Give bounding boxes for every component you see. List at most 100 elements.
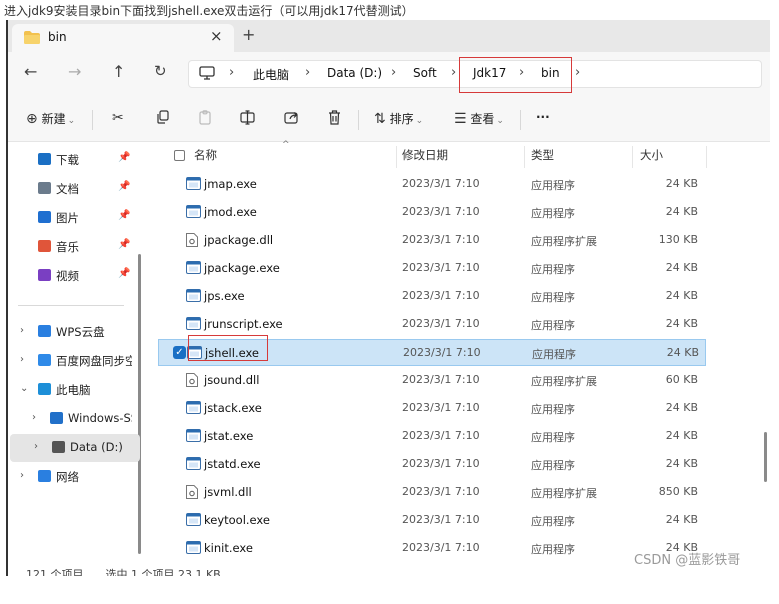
up-button[interactable]: ↑ xyxy=(112,62,125,81)
table-row[interactable]: jsvml.dll 2023/3/1 7:10 应用程序扩展 850 KB xyxy=(158,479,706,506)
select-all-checkbox[interactable] xyxy=(174,150,185,161)
sidebar-item-tree-3[interactable]: › Windows-SSD xyxy=(8,405,138,433)
sidebar-item-quick-1[interactable]: 文档 📌 xyxy=(8,175,138,203)
file-type: 应用程序 xyxy=(531,207,575,220)
table-row[interactable]: jstat.exe 2023/3/1 7:10 应用程序 24 KB xyxy=(158,423,706,450)
forward-button[interactable]: → xyxy=(68,62,81,81)
file-type: 应用程序 xyxy=(531,291,575,304)
content-area: 下载 📌 文档 📌 图片 📌 音乐 📌 视频 📌 › WPS云盘 › 百度网盘同步空 ⌄ 此电脑 › Window… xyxy=(8,140,770,576)
new-button[interactable]: ⊕ 新建 ⌄ xyxy=(26,110,75,127)
file-date: 2023/3/1 7:10 xyxy=(402,261,480,274)
sidebar-item-label: 网络 xyxy=(56,470,79,484)
scissors-icon: ✂ xyxy=(112,110,124,126)
more-button[interactable]: ··· xyxy=(536,110,550,124)
view-lines-icon: ☰ xyxy=(454,111,467,127)
file-size: 24 KB xyxy=(665,429,698,442)
sort-up-icon: ^ xyxy=(282,140,290,150)
sidebar-item-tree-2[interactable]: ⌄ 此电脑 xyxy=(8,376,138,404)
table-row[interactable]: jps.exe 2023/3/1 7:10 应用程序 24 KB xyxy=(158,283,706,310)
sidebar-item-quick-0[interactable]: 下载 📌 xyxy=(8,146,138,174)
table-row[interactable]: jmod.exe 2023/3/1 7:10 应用程序 24 KB xyxy=(158,199,706,226)
file-size: 24 KB xyxy=(665,205,698,218)
breadcrumb-data-drive[interactable]: Data (D:) xyxy=(327,66,382,80)
breadcrumb-this-pc[interactable]: 此电脑 xyxy=(253,66,289,83)
sidebar-item-tree-5[interactable]: › 网络 xyxy=(8,463,138,491)
chevron-right-icon[interactable]: › xyxy=(20,470,24,481)
file-list: ^ 名称 修改日期 类型 大小 jmap.exe 2023/3/1 7:10 应用程… xyxy=(158,140,770,576)
new-tab-button[interactable]: + xyxy=(242,25,255,44)
file-type: 应用程序扩展 xyxy=(531,375,597,388)
table-row[interactable]: jrunscript.exe 2023/3/1 7:10 应用程序 24 KB xyxy=(158,311,706,338)
table-row[interactable]: jpackage.dll 2023/3/1 7:10 应用程序扩展 130 KB xyxy=(158,227,706,254)
view-button[interactable]: ☰ 查看 ⌄ xyxy=(454,110,504,127)
file-name: kinit.exe xyxy=(204,541,253,555)
toolbar-divider xyxy=(520,110,521,130)
back-button[interactable]: ← xyxy=(24,62,37,81)
address-bar[interactable]: › 此电脑 › Data (D:) › Soft › Jdk17 › bin › xyxy=(188,57,762,93)
dll-file-icon xyxy=(186,485,201,499)
table-row[interactable]: jsound.dll 2023/3/1 7:10 应用程序扩展 60 KB xyxy=(158,367,706,394)
sidebar-item-label: 文档 xyxy=(56,182,79,196)
chevron-right-icon[interactable]: › xyxy=(20,325,24,336)
sidebar-item-tree-1[interactable]: › 百度网盘同步空 xyxy=(8,347,138,375)
chevron-right-icon[interactable]: › xyxy=(20,354,24,365)
file-type: 应用程序扩展 xyxy=(531,487,597,500)
rename-button[interactable] xyxy=(240,110,255,128)
sidebar-item-quick-3[interactable]: 音乐 📌 xyxy=(8,233,138,261)
file-date: 2023/3/1 7:10 xyxy=(402,177,480,190)
article-caption: 进入jdk9安装目录bin下面找到jshell.exe双击运行（可以用jdk17… xyxy=(4,4,414,18)
column-header-size[interactable]: 大小 xyxy=(640,147,663,163)
baidu-icon xyxy=(38,354,51,366)
new-button-label: 新建 xyxy=(41,112,66,126)
application-icon xyxy=(186,317,201,330)
file-date: 2023/3/1 7:10 xyxy=(402,317,480,330)
table-row[interactable]: keytool.exe 2023/3/1 7:10 应用程序 24 KB xyxy=(158,507,706,534)
sort-button[interactable]: ⇅ 排序 ⌄ xyxy=(374,110,423,127)
nav-divider xyxy=(18,305,124,306)
column-header-type[interactable]: 类型 xyxy=(531,147,554,163)
sidebar-item-label: 视频 xyxy=(56,269,79,283)
table-row[interactable]: jmap.exe 2023/3/1 7:10 应用程序 24 KB xyxy=(158,171,706,198)
sidebar-item-tree-4[interactable]: › Data (D:) xyxy=(10,434,140,462)
paste-icon xyxy=(199,110,211,125)
refresh-button[interactable]: ↻ xyxy=(154,62,167,80)
table-row[interactable]: jpackage.exe 2023/3/1 7:10 应用程序 24 KB xyxy=(158,255,706,282)
sidebar-item-label: 下载 xyxy=(56,153,79,167)
status-bar: 121 个项目 选中 1 个项目 23.1 KB xyxy=(26,568,221,576)
delete-button[interactable] xyxy=(328,110,341,128)
column-divider[interactable] xyxy=(524,146,525,168)
nav-scrollbar[interactable] xyxy=(138,254,141,554)
application-icon xyxy=(186,177,201,190)
close-icon[interactable]: × xyxy=(210,27,223,45)
column-header-name[interactable]: 名称 xyxy=(194,147,217,163)
column-divider[interactable] xyxy=(396,146,397,168)
sidebar-item-label: Data (D:) xyxy=(70,440,123,454)
sidebar-item-quick-4[interactable]: 视频 📌 xyxy=(8,262,138,290)
toolbar-divider xyxy=(358,110,359,130)
table-row[interactable]: jstatd.exe 2023/3/1 7:10 应用程序 24 KB xyxy=(158,451,706,478)
paste-button[interactable] xyxy=(198,110,212,128)
rename-icon xyxy=(240,110,255,125)
file-list-scrollbar[interactable] xyxy=(764,432,767,482)
chevron-right-icon[interactable]: › xyxy=(34,441,38,452)
file-explorer-window: bin × + ← → ↑ ↻ › 此电脑 › Data (D:) › Soft… xyxy=(6,20,770,576)
application-icon xyxy=(186,205,201,218)
column-divider[interactable] xyxy=(632,146,633,168)
tab-bin[interactable]: bin × xyxy=(12,24,234,52)
column-divider[interactable] xyxy=(706,146,707,168)
table-row[interactable]: jstack.exe 2023/3/1 7:10 应用程序 24 KB xyxy=(158,395,706,422)
cut-button[interactable]: ✂ xyxy=(112,110,124,126)
sidebar-item-tree-0[interactable]: › WPS云盘 xyxy=(8,318,138,346)
table-row[interactable]: kinit.exe 2023/3/1 7:10 应用程序 24 KB xyxy=(158,535,706,562)
copy-button[interactable] xyxy=(156,110,170,127)
breadcrumb-soft[interactable]: Soft xyxy=(413,66,437,80)
column-header-date[interactable]: 修改日期 xyxy=(402,147,448,163)
file-date: 2023/3/1 7:10 xyxy=(402,373,480,386)
share-button[interactable] xyxy=(284,110,299,127)
chevron-right-icon[interactable]: › xyxy=(32,412,36,423)
chevron-down-icon[interactable]: ⌄ xyxy=(20,383,28,394)
row-checkbox[interactable]: ✓ xyxy=(173,346,186,359)
sidebar-item-quick-2[interactable]: 图片 📌 xyxy=(8,204,138,232)
watermark-text: CSDN @蓝影铁哥 xyxy=(634,553,741,568)
file-type: 应用程序 xyxy=(531,459,575,472)
